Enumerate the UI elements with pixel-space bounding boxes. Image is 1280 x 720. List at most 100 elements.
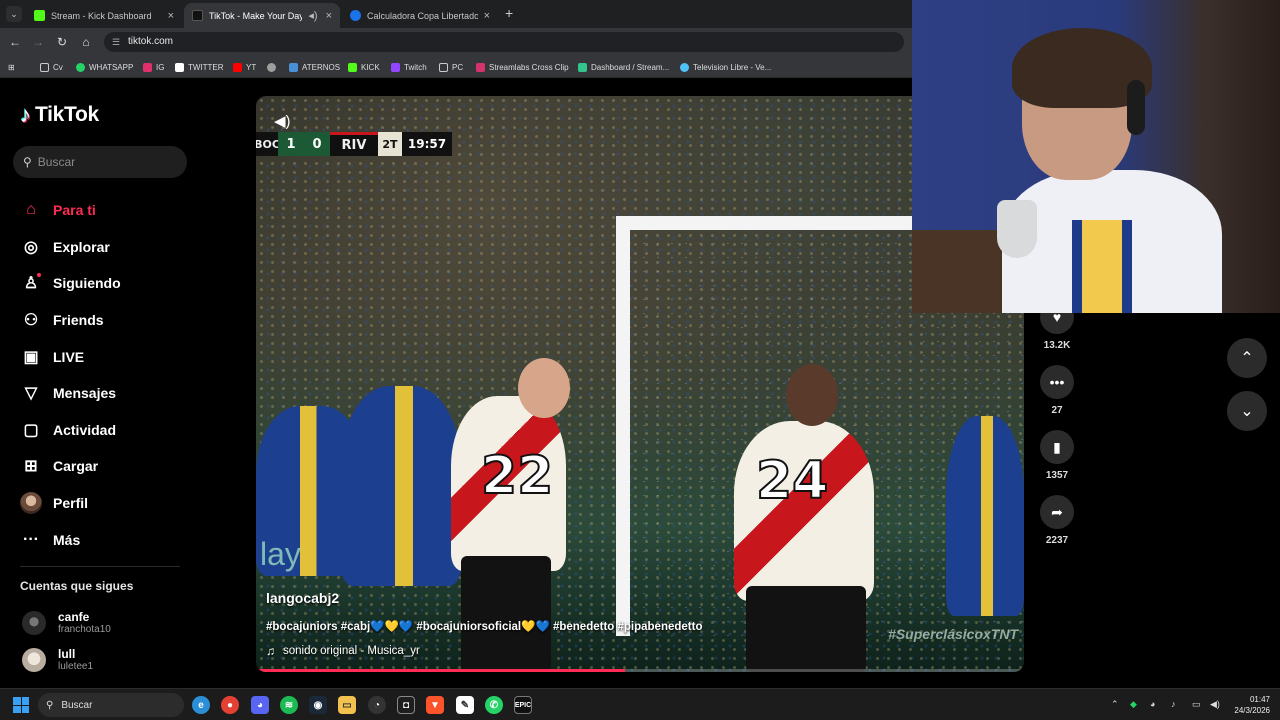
tab-search-button[interactable]: ⌄ (6, 6, 22, 22)
following-account-lull[interactable]: lull luletee1 (22, 647, 93, 672)
taskbar-clock[interactable]: 01:47 24/3/2026 (1234, 694, 1270, 716)
youtube-icon (233, 62, 242, 72)
previous-video-button[interactable]: ⌃ (1227, 338, 1267, 378)
site-info-icon[interactable]: ☰ (112, 32, 120, 52)
obs-icon[interactable]: ◔ (368, 696, 386, 714)
tiktok-favicon-icon (192, 10, 203, 21)
whatsapp-icon[interactable]: ✆ (485, 696, 503, 714)
sidebar-item-cargar[interactable]: ⊞ Cargar (20, 448, 230, 485)
bookmark-television-libre[interactable]: Television Libre - Ve... (680, 61, 771, 73)
chrome-icon[interactable]: ● (221, 696, 239, 714)
sidebar-item-para-ti[interactable]: ⌂ Para ti (20, 192, 230, 229)
bookmark-pc[interactable]: PC (439, 61, 463, 73)
player-shorts (746, 586, 866, 672)
epic-games-icon[interactable]: EPIC (514, 696, 532, 714)
taskbar-search[interactable]: ⚲ Buscar (38, 693, 184, 717)
windows-start-icon[interactable] (13, 697, 29, 713)
tab-label: Stream - Kick Dashboard (51, 10, 152, 21)
sidebar-item-mensajes[interactable]: ▽ Mensajes (20, 375, 230, 412)
bookmark-label: ATERNOS (302, 62, 341, 72)
edge-icon[interactable]: e (192, 696, 210, 714)
tray-app-icon[interactable]: ◆ (1130, 699, 1137, 710)
volume-icon[interactable]: ◀) (274, 112, 291, 130)
whatsapp-icon (76, 62, 85, 72)
app-icon[interactable]: ◘ (397, 696, 415, 714)
sidebar-item-perfil[interactable]: Perfil (20, 485, 230, 522)
sidebar-item-mas[interactable]: ··· Más (20, 521, 230, 558)
reload-icon[interactable]: ↻ (54, 34, 70, 50)
notepad-icon[interactable]: ✎ (456, 696, 474, 714)
volume-tray-icon[interactable]: ◀) (1210, 699, 1220, 710)
video-progress-bar[interactable] (256, 669, 1024, 672)
bookmark-label: Television Libre - Ve... (693, 62, 772, 72)
x-twitter-icon (175, 62, 184, 72)
save-button[interactable]: ▮ 1357 (1039, 430, 1075, 481)
bookmark-label: WHATSAPP (89, 62, 134, 72)
bookmark-globe[interactable] (267, 61, 280, 73)
apps-grid-icon[interactable]: ⊞ (8, 61, 15, 73)
bookmark-ig[interactable]: IG (143, 61, 164, 73)
sidebar-item-friends[interactable]: ⚇ Friends (20, 302, 230, 339)
comment-button[interactable]: ••• 27 (1039, 365, 1075, 416)
tab-close-icon[interactable]: × (168, 10, 174, 22)
new-tab-button[interactable]: + (505, 5, 513, 21)
sidebar-item-siguiendo[interactable]: ♙ Siguiendo (20, 265, 230, 302)
tab-close-icon[interactable]: × (326, 10, 332, 22)
tab-kick-dashboard[interactable]: Stream - Kick Dashboard × (26, 3, 182, 28)
sidebar-item-live[interactable]: ▣ LIVE (20, 338, 230, 375)
player-blue-3 (946, 416, 1024, 616)
brave-icon[interactable]: ▼ (426, 696, 444, 714)
bookmark-yt[interactable]: YT (233, 61, 256, 73)
video-player[interactable]: 22 24 lay #SuperclásicoxTNT ◀) BOC 1 0 R… (256, 96, 1024, 672)
calculadora-favicon-icon (350, 10, 361, 21)
search-input[interactable]: ⚲ Buscar (13, 146, 187, 178)
save-count: 1357 (1045, 470, 1069, 481)
video-progress-fill (256, 669, 625, 672)
player-blue-2 (341, 386, 461, 586)
video-author[interactable]: langocabj2 (266, 590, 339, 606)
bookmark-cv[interactable]: Cv (40, 61, 63, 73)
bookmark-label: Dashboard / Stream... (591, 62, 670, 72)
player-head (518, 358, 570, 418)
following-account-canfe[interactable]: canfe franchota10 (22, 610, 111, 635)
video-hashtags[interactable]: #bocajuniors #cabj💙💛💙 #bocajuniorsoficia… (266, 619, 702, 633)
tiktok-logo[interactable]: ♪ TikTok (20, 102, 99, 128)
player-red-24 (734, 421, 874, 601)
compass-icon: ◎ (24, 238, 38, 256)
bookmark-twitter[interactable]: TWITTER (175, 61, 224, 73)
next-video-button[interactable]: ⌄ (1227, 391, 1267, 431)
file-explorer-icon[interactable]: ▭ (338, 696, 356, 714)
bookmark-whatsapp[interactable]: WHATSAPP (76, 61, 133, 73)
bookmark-twitch[interactable]: Twitch (391, 61, 427, 73)
tab-close-icon[interactable]: × (484, 10, 490, 22)
discord-tray-icon[interactable]: ◕ (1150, 699, 1155, 709)
address-bar[interactable]: ☰ tiktok.com (104, 32, 904, 52)
steam-icon[interactable]: ◉ (309, 696, 327, 714)
tab-tiktok[interactable]: TikTok - Make Your Day ◂) × (184, 3, 340, 28)
network-icon[interactable]: ▭ (1192, 699, 1201, 710)
bookmark-streamlabs[interactable]: Streamlabs Cross Clip (476, 61, 569, 73)
share-button[interactable]: ➦ 2237 (1039, 495, 1075, 546)
bookmark-dashboard[interactable]: Dashboard / Stream... (578, 61, 669, 73)
home-button-icon[interactable]: ⌂ (78, 34, 94, 50)
tab-calculadora[interactable]: Calculadora Copa Libertadores × (342, 3, 498, 28)
chevron-up-icon[interactable]: ⌃ (1111, 699, 1119, 710)
video-sound[interactable]: ♫ sonido original - Musica_yr (266, 644, 420, 658)
friends-icon: ⚇ (23, 312, 39, 330)
back-arrow-icon[interactable]: ← (7, 34, 23, 50)
discord-icon[interactable]: ◕ (251, 696, 269, 714)
sidebar-item-actividad[interactable]: ▢ Actividad (20, 412, 230, 449)
bookmark-aternos[interactable]: ATERNOS (289, 61, 340, 73)
bookmark-label: KICK (361, 62, 380, 72)
spotify-icon[interactable]: ≋ (280, 696, 298, 714)
music-note-icon: ♫ (266, 644, 275, 658)
sidebar-item-explorar[interactable]: ◎ Explorar (20, 229, 230, 266)
tab-audio-icon[interactable]: ◂) (308, 9, 317, 22)
activity-icon: ▢ (23, 421, 39, 439)
sidebar-item-label: Actividad (53, 421, 117, 438)
forward-arrow-icon[interactable]: → (30, 34, 46, 50)
bookmark-kick[interactable]: KICK (348, 61, 380, 73)
microphone-icon[interactable]: ♪ (1171, 699, 1176, 709)
account-handle: luletee1 (58, 661, 94, 672)
sidebar-nav: ⌂ Para ti ◎ Explorar ♙ Siguiendo ⚇ Frien… (20, 192, 230, 558)
